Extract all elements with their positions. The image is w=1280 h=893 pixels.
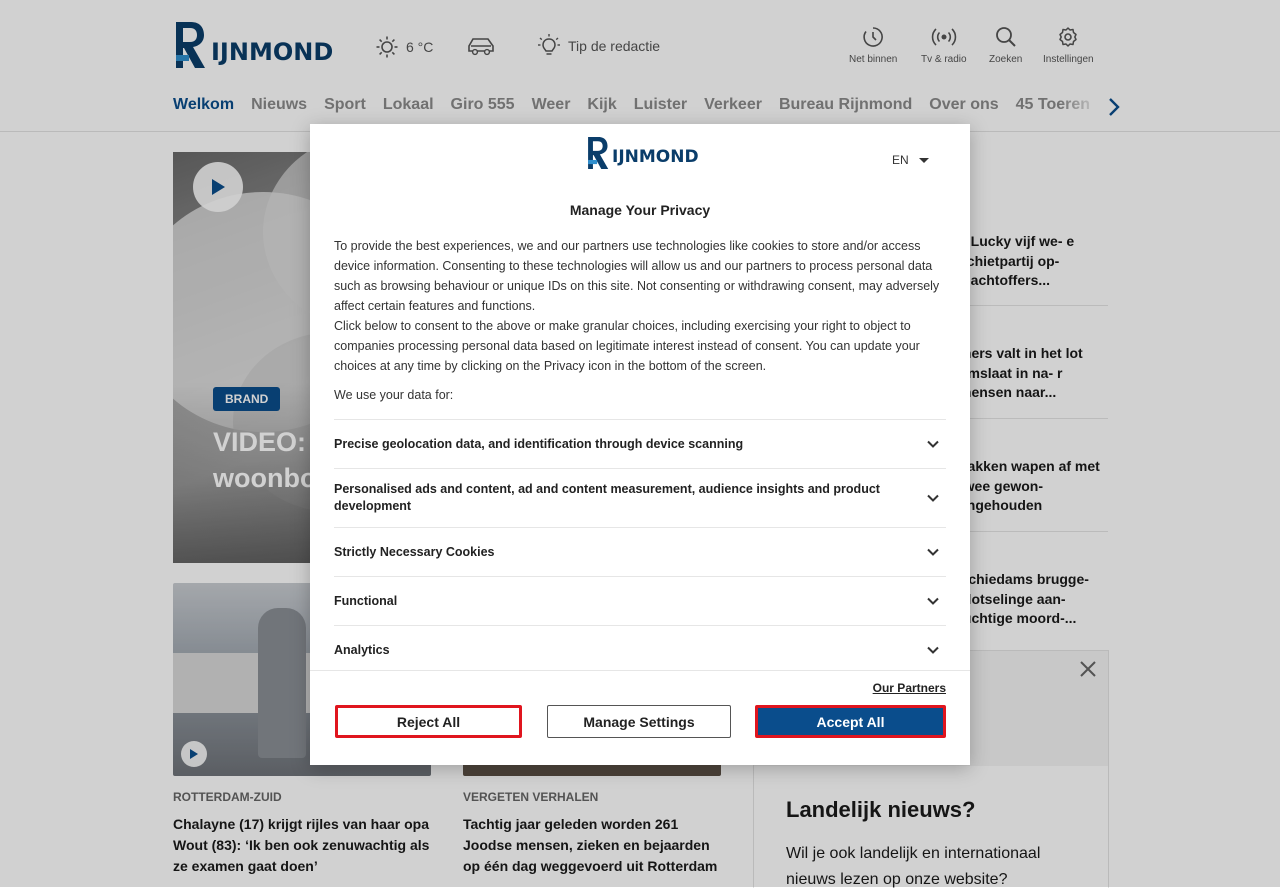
- modal-description: To provide the best experiences, we and …: [334, 236, 949, 376]
- modal-footer: Our Partners Reject All Manage Settings …: [310, 670, 970, 765]
- privacy-modal: IJNMOND EN Manage Your Privacy To provid…: [310, 124, 970, 765]
- modal-paragraph: To provide the best experiences, we and …: [334, 239, 940, 313]
- logo-r-mark: [588, 137, 609, 169]
- chevron-down-icon: [927, 548, 939, 556]
- purpose-functional[interactable]: Functional: [334, 577, 946, 626]
- language-value: EN: [892, 153, 909, 167]
- page: IJNMOND 6 °C Tip de redactie Net binnen …: [0, 0, 1280, 888]
- caret-down-icon: [918, 157, 929, 163]
- chevron-down-icon: [927, 646, 939, 654]
- manage-settings-button[interactable]: Manage Settings: [547, 705, 731, 738]
- purpose-label: Strictly Necessary Cookies: [334, 544, 495, 559]
- purpose-analytics[interactable]: Analytics: [334, 626, 946, 675]
- modal-logo: IJNMOND: [586, 134, 699, 172]
- purpose-label: Precise geolocation data, and identifica…: [334, 436, 744, 451]
- purpose-geolocation[interactable]: Precise geolocation data, and identifica…: [334, 420, 946, 469]
- our-partners-link[interactable]: Our Partners: [873, 681, 946, 695]
- chevron-down-icon: [927, 494, 939, 502]
- chevron-down-icon: [927, 440, 939, 448]
- language-select[interactable]: EN: [892, 153, 929, 167]
- modal-paragraph: Click below to consent to the above or m…: [334, 319, 920, 373]
- modal-logo-text: IJNMOND: [612, 147, 699, 167]
- purpose-label: Personalised ads and content, ad and con…: [334, 482, 880, 513]
- chevron-down-icon: [927, 597, 939, 605]
- reject-all-button[interactable]: Reject All: [335, 705, 522, 738]
- purpose-label: Analytics: [334, 642, 390, 657]
- purposes-list: Precise geolocation data, and identifica…: [334, 419, 946, 675]
- data-use-label: We use your data for:: [334, 388, 454, 402]
- purpose-label: Functional: [334, 593, 398, 608]
- accept-all-button[interactable]: Accept All: [755, 705, 946, 738]
- purpose-strictly-necessary[interactable]: Strictly Necessary Cookies: [334, 528, 946, 577]
- modal-title: Manage Your Privacy: [569, 202, 711, 218]
- purpose-personalised-ads[interactable]: Personalised ads and content, ad and con…: [334, 469, 946, 528]
